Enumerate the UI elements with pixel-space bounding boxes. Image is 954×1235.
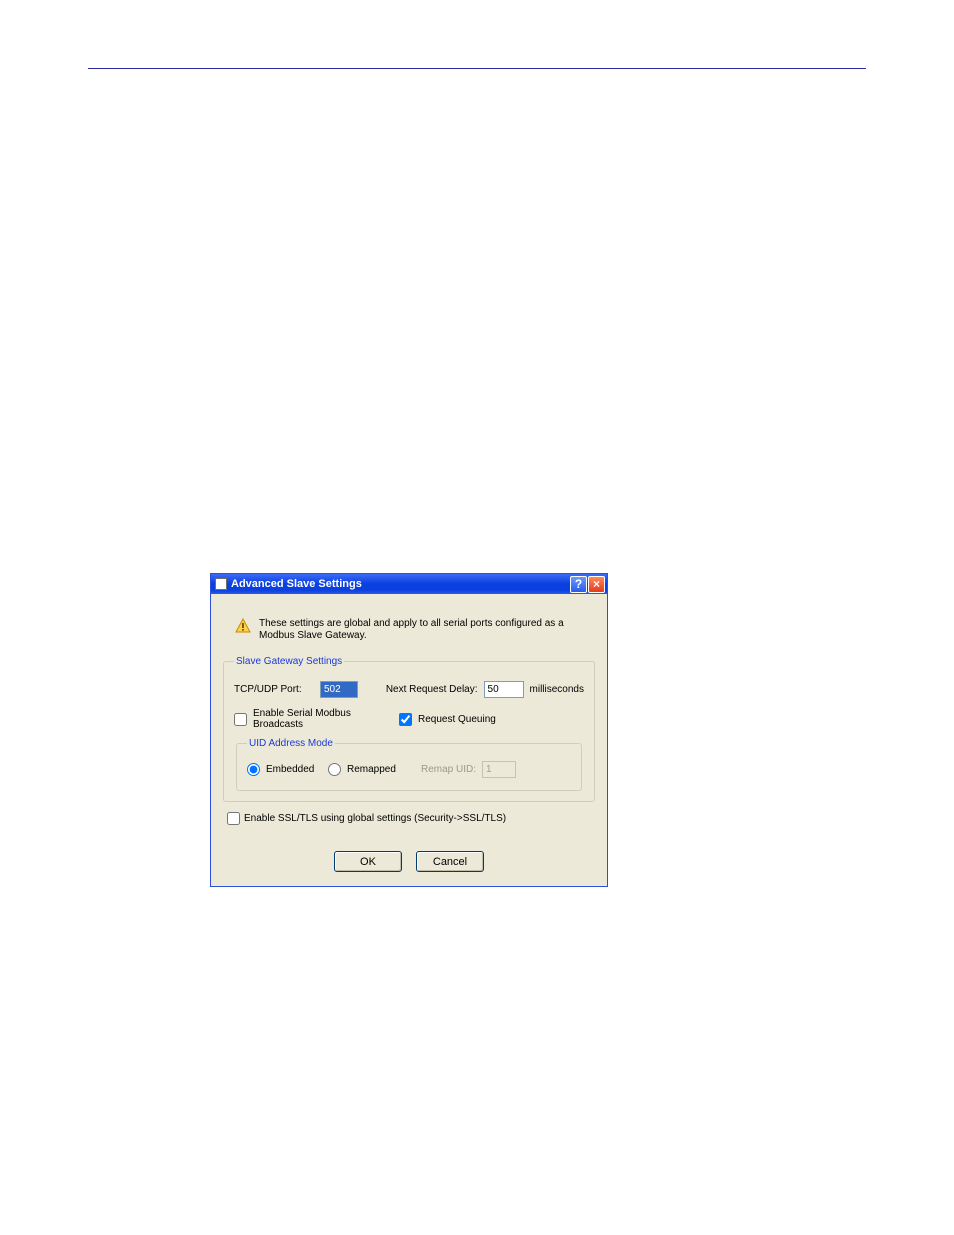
remap-uid-input (482, 761, 516, 778)
uid-address-mode-group: UID Address Mode Embedded Remapped Remap… (236, 738, 582, 791)
remapped-radio[interactable] (328, 763, 341, 776)
request-queuing-label: Request Queuing (418, 714, 496, 725)
enable-ssl-checkbox[interactable] (227, 812, 240, 825)
remapped-label: Remapped (347, 764, 415, 775)
uid-address-mode-legend: UID Address Mode (247, 738, 335, 749)
tcp-udp-port-input[interactable] (320, 681, 358, 698)
milliseconds-label: milliseconds (530, 684, 584, 695)
help-button[interactable]: ? (570, 576, 587, 593)
enable-broadcasts-label: Enable Serial Modbus Broadcasts (253, 708, 393, 730)
titlebar: Advanced Slave Settings ? × (211, 574, 607, 594)
header-rule (88, 68, 866, 69)
enable-broadcasts-checkbox[interactable] (234, 713, 247, 726)
embedded-label: Embedded (266, 764, 322, 775)
help-icon: ? (575, 577, 582, 591)
request-queuing-checkbox[interactable] (399, 713, 412, 726)
embedded-radio[interactable] (247, 763, 260, 776)
remap-uid-label: Remap UID: (421, 764, 476, 775)
close-icon: × (593, 577, 600, 591)
app-icon (215, 578, 227, 590)
enable-ssl-label: Enable SSL/TLS using global settings (Se… (244, 813, 506, 824)
close-button[interactable]: × (588, 576, 605, 593)
next-request-delay-label: Next Request Delay: (386, 684, 478, 695)
info-text: These settings are global and apply to a… (259, 618, 587, 642)
dialog-title: Advanced Slave Settings (231, 578, 570, 590)
cancel-button[interactable]: Cancel (416, 851, 484, 872)
slave-gateway-legend: Slave Gateway Settings (234, 656, 344, 667)
ok-button[interactable]: OK (334, 851, 402, 872)
info-banner: These settings are global and apply to a… (223, 610, 595, 650)
tcp-udp-port-label: TCP/UDP Port: (234, 684, 314, 695)
next-request-delay-input[interactable] (484, 681, 524, 698)
advanced-slave-settings-dialog: Advanced Slave Settings ? × (210, 573, 608, 887)
slave-gateway-settings-group: Slave Gateway Settings TCP/UDP Port: Nex… (223, 656, 595, 802)
warning-icon (235, 618, 251, 634)
